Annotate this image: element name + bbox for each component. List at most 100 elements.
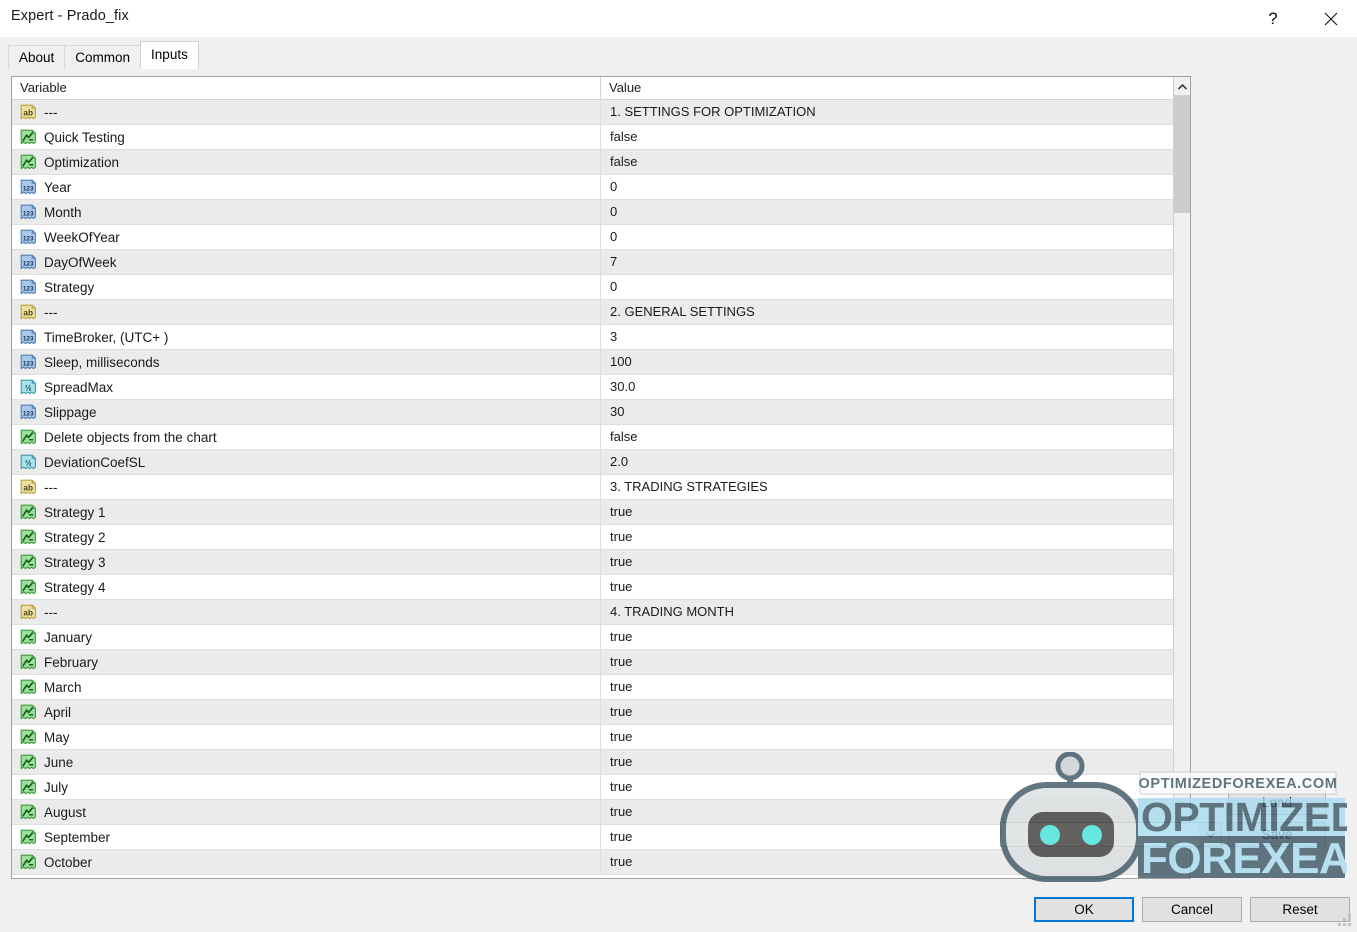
table-row[interactable]: June true bbox=[12, 750, 1190, 775]
reset-button[interactable]: Reset bbox=[1250, 897, 1350, 922]
preset-combobox[interactable] bbox=[1000, 822, 1222, 847]
table-row[interactable]: ½ DeviationCoefSL 2.0 bbox=[12, 450, 1190, 475]
variable-cell: July bbox=[12, 775, 600, 799]
table-row[interactable]: 123 Slippage 30 bbox=[12, 400, 1190, 425]
value-cell[interactable]: 1. SETTINGS FOR OPTIMIZATION bbox=[600, 100, 1190, 124]
vertical-scrollbar[interactable] bbox=[1173, 77, 1190, 878]
value-cell[interactable]: 30.0 bbox=[600, 375, 1190, 399]
scroll-up-button[interactable] bbox=[1174, 77, 1190, 94]
value-cell[interactable]: true bbox=[600, 575, 1190, 599]
string-icon: ab bbox=[20, 104, 37, 121]
value-cell[interactable]: false bbox=[600, 125, 1190, 149]
variable-name: February bbox=[44, 654, 99, 670]
scrollbar-thumb[interactable] bbox=[1174, 95, 1190, 213]
value-cell[interactable]: 2.0 bbox=[600, 450, 1190, 474]
table-row[interactable]: Strategy 3 true bbox=[12, 550, 1190, 575]
variable-name: Strategy 3 bbox=[44, 554, 106, 570]
value-cell[interactable]: true bbox=[600, 775, 1190, 799]
variable-cell: January bbox=[12, 625, 600, 649]
value-cell[interactable]: 7 bbox=[600, 250, 1190, 274]
table-row[interactable]: Quick Testing false bbox=[12, 125, 1190, 150]
table-row[interactable]: 123 TimeBroker, (UTC+ ) 3 bbox=[12, 325, 1190, 350]
variable-cell: Strategy 2 bbox=[12, 525, 600, 549]
value-cell[interactable]: true bbox=[600, 550, 1190, 574]
variable-name: April bbox=[44, 704, 72, 720]
value-cell[interactable]: 30 bbox=[600, 400, 1190, 424]
save-button[interactable]: Save bbox=[1228, 822, 1326, 847]
value-cell[interactable]: true bbox=[600, 725, 1190, 749]
value-cell[interactable]: true bbox=[600, 800, 1190, 824]
value-cell[interactable]: true bbox=[600, 525, 1190, 549]
table-row[interactable]: January true bbox=[12, 625, 1190, 650]
bool-icon bbox=[20, 754, 37, 771]
table-row[interactable]: ab --- 3. TRADING STRATEGIES bbox=[12, 475, 1190, 500]
bool-icon bbox=[20, 779, 37, 796]
table-row[interactable]: April true bbox=[12, 700, 1190, 725]
value-cell[interactable]: true bbox=[600, 850, 1190, 874]
table-row[interactable]: Strategy 1 true bbox=[12, 500, 1190, 525]
variable-name: August bbox=[44, 804, 87, 820]
value-cell[interactable]: 2. GENERAL SETTINGS bbox=[600, 300, 1190, 324]
value-cell[interactable]: 0 bbox=[600, 200, 1190, 224]
tab-inputs[interactable]: Inputs bbox=[140, 41, 199, 69]
value-cell[interactable]: false bbox=[600, 425, 1190, 449]
table-row[interactable]: July true bbox=[12, 775, 1190, 800]
value-cell[interactable]: 0 bbox=[600, 225, 1190, 249]
table-row[interactable]: Strategy 4 true bbox=[12, 575, 1190, 600]
table-row[interactable]: Optimization false bbox=[12, 150, 1190, 175]
table-row[interactable]: ab --- 4. TRADING MONTH bbox=[12, 600, 1190, 625]
inputs-grid: Variable Value ab --- 1. SETTINGS FOR OPTI… bbox=[12, 77, 1190, 875]
bool-icon bbox=[20, 854, 37, 871]
value-cell[interactable]: 0 bbox=[600, 275, 1190, 299]
value-cell[interactable]: true bbox=[600, 650, 1190, 674]
table-row[interactable]: 123 DayOfWeek 7 bbox=[12, 250, 1190, 275]
tab-about[interactable]: About bbox=[8, 45, 66, 69]
tab-common[interactable]: Common bbox=[64, 45, 142, 69]
value-cell[interactable]: 3. TRADING STRATEGIES bbox=[600, 475, 1190, 499]
table-row[interactable]: Delete objects from the chart false bbox=[12, 425, 1190, 450]
variable-cell: Strategy 1 bbox=[12, 500, 600, 524]
table-row[interactable]: 123 WeekOfYear 0 bbox=[12, 225, 1190, 250]
cancel-button[interactable]: Cancel bbox=[1142, 897, 1242, 922]
load-button[interactable]: Load bbox=[1228, 790, 1326, 815]
bool-icon bbox=[20, 504, 37, 521]
table-row[interactable]: ½ SpreadMax 30.0 bbox=[12, 375, 1190, 400]
value-cell[interactable]: true bbox=[600, 625, 1190, 649]
table-row[interactable]: Strategy 2 true bbox=[12, 525, 1190, 550]
value-cell[interactable]: 4. TRADING MONTH bbox=[600, 600, 1190, 624]
table-row[interactable]: March true bbox=[12, 675, 1190, 700]
value-cell[interactable]: 100 bbox=[600, 350, 1190, 374]
bool-icon bbox=[20, 804, 37, 821]
table-row[interactable]: February true bbox=[12, 650, 1190, 675]
variable-name: Strategy 1 bbox=[44, 504, 106, 520]
value-cell[interactable]: true bbox=[600, 700, 1190, 724]
value-cell[interactable]: true bbox=[600, 675, 1190, 699]
value-cell[interactable]: false bbox=[600, 150, 1190, 174]
table-row[interactable]: May true bbox=[12, 725, 1190, 750]
value-cell[interactable]: 0 bbox=[600, 175, 1190, 199]
chevron-down-icon[interactable] bbox=[1199, 823, 1221, 846]
int-icon: 123 bbox=[20, 329, 37, 346]
variable-name: Quick Testing bbox=[44, 129, 125, 145]
value-cell[interactable]: true bbox=[600, 500, 1190, 524]
table-row[interactable]: 123 Year 0 bbox=[12, 175, 1190, 200]
bool-icon bbox=[20, 554, 37, 571]
table-row[interactable]: 123 Strategy 0 bbox=[12, 275, 1190, 300]
table-row[interactable]: ab --- 1. SETTINGS FOR OPTIMIZATION bbox=[12, 100, 1190, 125]
ok-button[interactable]: OK bbox=[1034, 897, 1134, 922]
expert-properties-window: Expert - Prado_fix ? About Common Inputs… bbox=[0, 0, 1357, 932]
resize-grip[interactable] bbox=[1338, 914, 1351, 927]
table-row[interactable]: 123 Month 0 bbox=[12, 200, 1190, 225]
variable-name: Month bbox=[44, 204, 82, 220]
close-icon bbox=[1324, 12, 1338, 26]
variable-name: October bbox=[44, 854, 93, 870]
help-button[interactable]: ? bbox=[1250, 0, 1296, 37]
value-cell[interactable]: true bbox=[600, 750, 1190, 774]
double-icon: ½ bbox=[20, 379, 37, 396]
close-button[interactable] bbox=[1308, 0, 1354, 37]
value-cell[interactable]: 3 bbox=[600, 325, 1190, 349]
variable-cell: Quick Testing bbox=[12, 125, 600, 149]
table-row[interactable]: October true bbox=[12, 850, 1190, 875]
table-row[interactable]: 123 Sleep, milliseconds 100 bbox=[12, 350, 1190, 375]
table-row[interactable]: ab --- 2. GENERAL SETTINGS bbox=[12, 300, 1190, 325]
